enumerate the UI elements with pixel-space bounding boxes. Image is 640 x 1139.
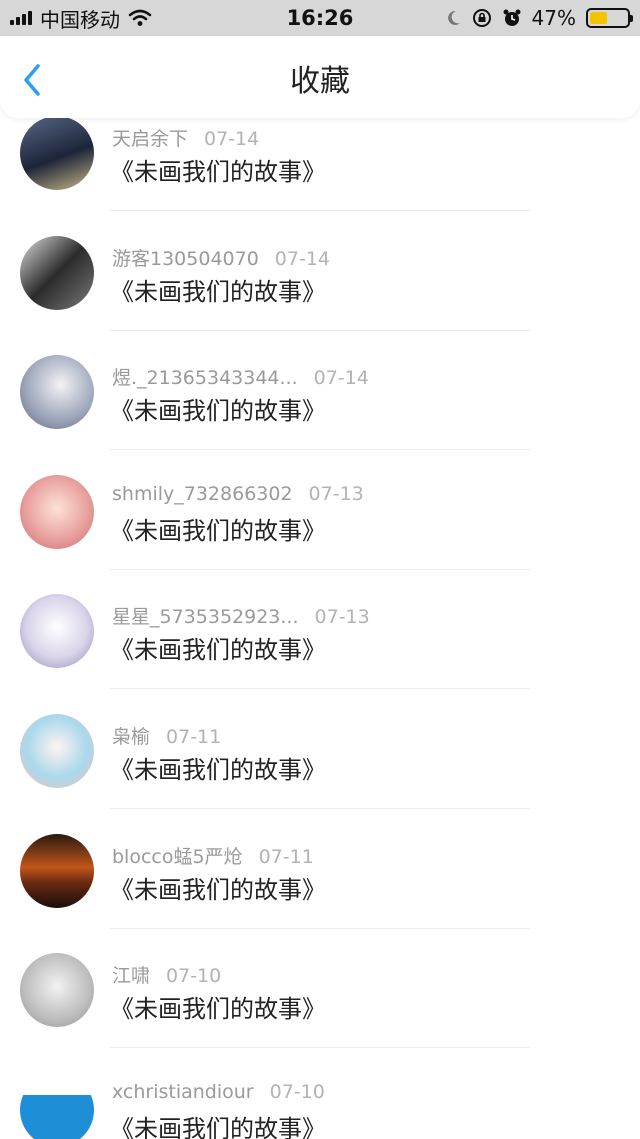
list-item[interactable]: shmily_732866302 07-13 《未画我们的故事》: [0, 474, 640, 595]
username[interactable]: 星星_5735352923...: [112, 606, 299, 628]
item-title[interactable]: 《未画我们的故事》: [110, 1109, 326, 1139]
status-bar: 中国移动 16:26 47%: [0, 0, 640, 36]
item-meta: 天启余下 07-14: [112, 124, 259, 151]
battery-percent: 47%: [531, 6, 576, 30]
item-title[interactable]: 《未画我们的故事》: [110, 152, 326, 187]
username[interactable]: blocco蜢5严炝: [112, 846, 243, 868]
moon-icon: [447, 10, 460, 25]
avatar[interactable]: [20, 833, 94, 908]
item-title[interactable]: 《未画我们的故事》: [110, 630, 326, 665]
item-meta: 煜._21365343344... 07-14: [112, 363, 369, 390]
username[interactable]: 煜._21365343344...: [112, 367, 298, 389]
rotation-lock-icon: [472, 9, 491, 27]
item-meta: 枭榆 07-11: [112, 722, 221, 749]
avatar[interactable]: [20, 594, 94, 669]
avatar[interactable]: [20, 474, 94, 549]
item-meta: 游客130504070 07-14: [112, 244, 330, 271]
divider: [110, 210, 530, 211]
item-meta: 星星_5735352923... 07-13: [112, 602, 370, 629]
item-date: 07-14: [204, 128, 260, 150]
item-meta: shmily_732866302 07-13: [112, 483, 364, 505]
nav-bar: 收藏: [0, 36, 640, 118]
divider: [110, 688, 530, 690]
favorites-list: 天启余下 07-14 《未画我们的故事》 游客130504070 07-14 《未画我们的…: [0, 116, 640, 1139]
username[interactable]: shmily_732866302: [112, 483, 293, 505]
item-title[interactable]: 《未画我们的故事》: [110, 391, 326, 426]
list-item[interactable]: xchristiandiour 07-10 《未画我们的故事》: [0, 1072, 640, 1139]
item-date: 07-13: [308, 482, 364, 505]
status-right: 47%: [446, 0, 633, 36]
item-date: 07-10: [269, 1080, 325, 1103]
list-item[interactable]: 天启余下 07-14 《未画我们的故事》: [0, 116, 640, 236]
divider: [110, 449, 530, 451]
item-title[interactable]: 《未画我们的故事》: [110, 272, 326, 307]
list-item[interactable]: 星星_5735352923... 07-13 《未画我们的故事》: [0, 594, 640, 714]
item-title[interactable]: 《未画我们的故事》: [110, 870, 326, 905]
item-meta: xchristiandiour 07-10: [112, 1081, 325, 1103]
item-date: 07-10: [166, 965, 222, 988]
item-date: 07-11: [258, 845, 314, 868]
divider: [110, 807, 530, 809]
item-title[interactable]: 《未画我们的故事》: [110, 989, 326, 1024]
item-date: 07-11: [166, 725, 222, 748]
item-date: 07-13: [314, 606, 370, 629]
battery-level: [590, 12, 607, 24]
list-item[interactable]: 游客130504070 07-14 《未画我们的故事》: [0, 235, 640, 356]
item-title[interactable]: 《未画我们的故事》: [110, 750, 326, 785]
item-date: 07-14: [274, 247, 331, 270]
username[interactable]: xchristiandiour: [112, 1081, 254, 1103]
username[interactable]: 枭榆: [112, 726, 150, 748]
divider: [110, 568, 530, 570]
username[interactable]: 游客130504070: [112, 248, 259, 270]
avatar[interactable]: [20, 713, 94, 788]
item-title[interactable]: 《未画我们的故事》: [110, 511, 326, 546]
battery-icon: [586, 8, 633, 28]
list-item[interactable]: blocco蜢5严炝 07-11 《未画我们的故事》: [0, 833, 640, 954]
avatar[interactable]: [20, 235, 94, 310]
divider: [110, 927, 530, 929]
item-date: 07-14: [313, 367, 369, 390]
alarm-icon: [503, 9, 521, 26]
divider: [110, 1047, 530, 1049]
list-item[interactable]: 煜._21365343344... 07-14 《未画我们的故事》: [0, 355, 640, 475]
username[interactable]: 江啸: [112, 965, 150, 987]
list-item[interactable]: 江啸 07-10 《未画我们的故事》: [0, 953, 640, 1073]
divider: [110, 329, 530, 331]
item-meta: 江啸 07-10: [112, 961, 221, 988]
username[interactable]: 天启余下: [112, 128, 188, 150]
list-item[interactable]: 枭榆 07-11 《未画我们的故事》: [0, 713, 640, 834]
avatar[interactable]: [20, 355, 94, 430]
avatar[interactable]: [20, 116, 94, 190]
avatar[interactable]: [20, 953, 94, 1028]
avatar[interactable]: [20, 1072, 94, 1139]
item-meta: blocco蜢5严炝 07-11: [112, 842, 314, 869]
page-title: 收藏: [290, 64, 350, 99]
